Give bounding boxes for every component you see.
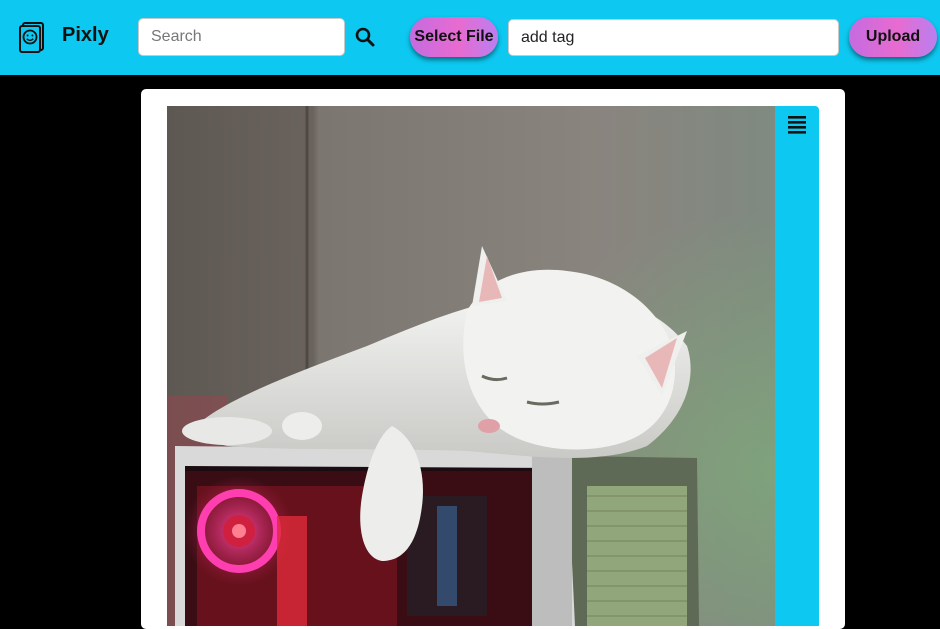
select-file-button[interactable]: Select File (410, 17, 498, 57)
upload-button[interactable]: Upload (849, 17, 937, 57)
brand-name[interactable]: Pixly (62, 24, 109, 47)
search-icon[interactable] (354, 26, 376, 48)
search-input[interactable] (138, 18, 345, 56)
menu-icon[interactable] (787, 115, 807, 135)
photo-album-smiley-icon[interactable] (18, 21, 46, 53)
image-side-panel (775, 106, 819, 626)
navbar: Pixly Select File Upload (0, 0, 940, 75)
cat-photo[interactable] (167, 106, 775, 626)
tag-input[interactable] (508, 19, 839, 56)
